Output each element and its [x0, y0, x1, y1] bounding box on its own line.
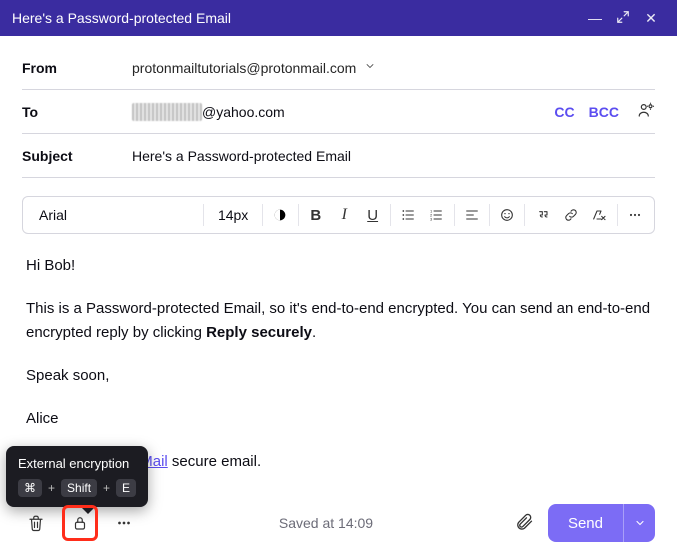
attach-button[interactable]	[514, 512, 534, 535]
bottom-bar: Saved at 14:09 Send	[0, 495, 677, 551]
clear-format-icon[interactable]	[586, 201, 612, 229]
body-para1: This is a Password-protected Email, so i…	[26, 297, 651, 344]
subject-label: Subject	[22, 148, 132, 164]
more-format-icon[interactable]	[622, 201, 648, 229]
to-row[interactable]: To @yahoo.com CC BCC	[22, 90, 655, 134]
bold-icon[interactable]: B	[303, 201, 329, 229]
from-label: From	[22, 60, 132, 76]
delete-button[interactable]	[22, 509, 50, 537]
bcc-button[interactable]: BCC	[589, 104, 619, 120]
emoji-icon[interactable]	[494, 201, 520, 229]
svg-text:3: 3	[430, 216, 433, 221]
send-options-button[interactable]	[623, 504, 655, 542]
subject-row[interactable]: Subject Here's a Password-protected Emai…	[22, 134, 655, 178]
recipient-chip[interactable]: @yahoo.com	[132, 103, 285, 121]
tooltip-title: External encryption	[18, 456, 136, 471]
redacted-local	[132, 103, 202, 121]
font-family-select[interactable]: Arial	[29, 207, 199, 223]
format-toolbar: Arial 14px B I U 123	[22, 196, 655, 234]
save-status: Saved at 14:09	[138, 515, 514, 531]
to-label: To	[22, 104, 132, 120]
underline-icon[interactable]: U	[359, 201, 385, 229]
body-greeting: Hi Bob!	[26, 254, 651, 277]
contacts-icon[interactable]	[637, 101, 655, 122]
color-icon[interactable]	[267, 201, 293, 229]
window-title: Here's a Password-protected Email	[12, 10, 581, 26]
body-signature: Alice	[26, 407, 651, 430]
encryption-button-highlight	[62, 505, 98, 541]
email-body[interactable]: Hi Bob! This is a Password-protected Ema…	[22, 234, 655, 474]
send-group: Send	[548, 504, 655, 542]
from-dropdown[interactable]	[364, 60, 376, 75]
quote-icon[interactable]	[529, 201, 555, 229]
unordered-list-icon[interactable]	[395, 201, 421, 229]
from-row: From protonmailtutorials@protonmail.com	[22, 46, 655, 90]
encryption-button[interactable]	[69, 512, 91, 534]
cc-button[interactable]: CC	[554, 104, 574, 120]
italic-icon[interactable]: I	[331, 201, 357, 229]
titlebar: Here's a Password-protected Email — ✕	[0, 0, 677, 36]
from-email: protonmailtutorials@protonmail.com	[132, 60, 356, 76]
send-button[interactable]: Send	[548, 504, 623, 542]
subject-input[interactable]: Here's a Password-protected Email	[132, 148, 351, 164]
ordered-list-icon[interactable]: 123	[423, 201, 449, 229]
link-icon[interactable]	[558, 201, 584, 229]
close-button[interactable]: ✕	[637, 10, 665, 27]
more-options-button[interactable]	[110, 509, 138, 537]
recipient-domain: @yahoo.com	[202, 104, 285, 120]
collapse-button[interactable]	[609, 10, 637, 27]
body-closing: Speak soon,	[26, 364, 651, 387]
minimize-button[interactable]: —	[581, 10, 609, 26]
align-icon[interactable]	[459, 201, 485, 229]
font-size-select[interactable]: 14px	[208, 207, 258, 223]
